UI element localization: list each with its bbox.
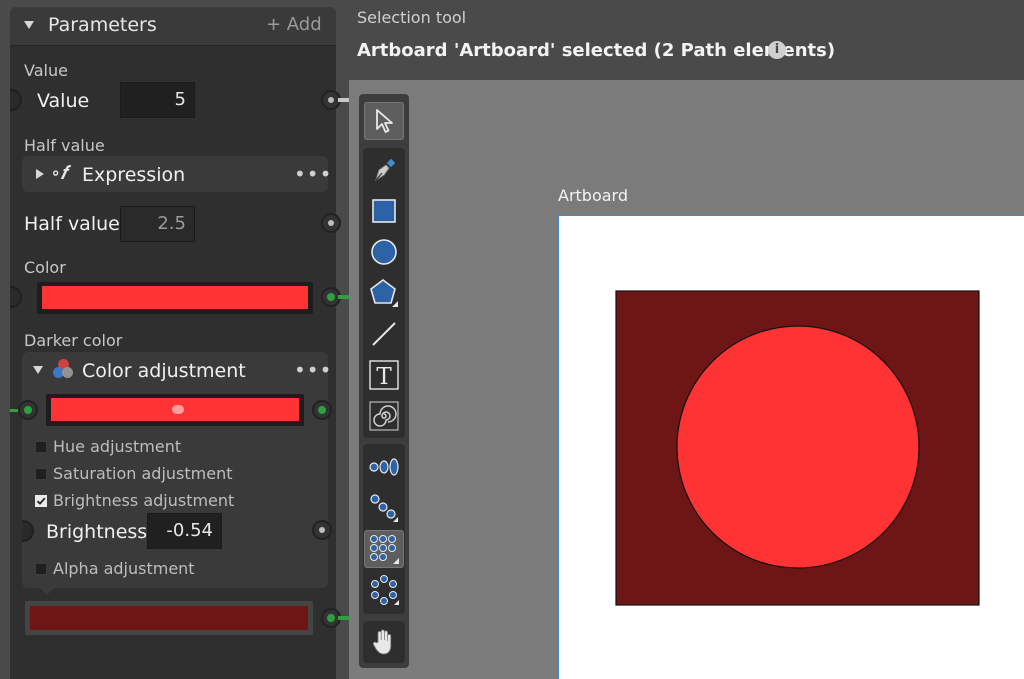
scatter-distribute-icon — [370, 494, 398, 522]
saturation-adjustment-checkbox[interactable] — [35, 468, 47, 480]
node-pointer — [40, 588, 54, 595]
value-number-input[interactable]: 5 — [120, 82, 195, 118]
half-value-output-port[interactable] — [321, 213, 341, 233]
hue-adjustment-checkbox[interactable] — [35, 441, 47, 453]
polygon-tool-button[interactable] — [364, 274, 404, 312]
expression-icon: ∘𝒇 — [51, 162, 67, 184]
ellipses-arrange-icon — [369, 458, 399, 476]
selection-tool-button[interactable] — [364, 102, 404, 140]
circle-group-icon — [371, 575, 399, 605]
adjustment-input-port[interactable] — [18, 400, 38, 420]
expand-chevron-icon[interactable] — [36, 169, 44, 179]
alpha-adjustment-checkbox[interactable] — [35, 563, 47, 575]
distribute-tool-button[interactable] — [364, 489, 404, 527]
svg-text:T: T — [376, 364, 392, 390]
expression-more-button[interactable]: ••• — [294, 162, 332, 186]
half-value-param-label: Half value — [24, 213, 120, 235]
spiral-tool-button[interactable] — [364, 397, 404, 435]
pentagon-icon — [370, 279, 398, 307]
hand-icon — [372, 629, 392, 655]
darker-color-swatch[interactable] — [30, 606, 308, 630]
red-circle[interactable] — [676, 325, 920, 569]
collapse-chevron-icon[interactable] — [24, 21, 34, 29]
spiral-icon — [369, 401, 399, 431]
pen-tool-button[interactable] — [364, 151, 404, 189]
add-parameter-button[interactable]: + Add — [266, 14, 322, 35]
cursor-arrow-icon — [376, 109, 393, 133]
text-tool-button[interactable]: T — [364, 356, 404, 394]
grid-circles-icon — [370, 535, 399, 564]
brightness-adjustment-label: Brightness adjustment — [53, 491, 235, 510]
pen-nib-icon — [375, 158, 396, 182]
half-value-section-label: Half value — [24, 136, 105, 155]
ellipse-tool-button[interactable] — [364, 233, 404, 271]
rectangle-tool-button[interactable] — [364, 192, 404, 230]
text-t-icon: T — [369, 360, 399, 390]
tools-toolbar: T — [359, 94, 409, 668]
adjustment-passthrough-port[interactable] — [312, 400, 332, 420]
panel-title: Parameters — [48, 14, 157, 36]
current-tool-label: Selection tool — [357, 8, 467, 27]
group-tool-button[interactable] — [364, 571, 404, 609]
hand-tool-button[interactable] — [364, 623, 404, 661]
grid-tool-button[interactable] — [364, 530, 404, 568]
brightness-output-port[interactable] — [312, 520, 332, 540]
value-param-label: Value — [37, 90, 90, 112]
color-adjustment-icon — [52, 359, 76, 381]
value-section-label: Value — [24, 61, 68, 80]
brightness-param-label: Brightness — [46, 521, 148, 543]
selection-status: Artboard 'Artboard' selected (2 Path ele… — [357, 40, 836, 61]
brightness-number-input[interactable]: -0.54 — [147, 513, 222, 549]
line-tool-button[interactable] — [364, 315, 404, 353]
alpha-adjustment-label: Alpha adjustment — [53, 559, 195, 578]
hue-adjustment-label: Hue adjustment — [53, 437, 182, 456]
line-icon — [372, 322, 396, 346]
info-icon[interactable]: i — [768, 41, 786, 59]
collapse-node-chevron-icon[interactable] — [33, 366, 43, 374]
expression-node-title: Expression — [82, 164, 186, 186]
color-adjustment-more-button[interactable]: ••• — [294, 358, 332, 382]
circle-icon — [371, 239, 397, 265]
brightness-adjustment-checkbox[interactable] — [35, 495, 47, 507]
rectangle-icon — [372, 199, 396, 223]
color-swatch[interactable] — [42, 286, 308, 309]
wire-cursor-indicator — [172, 405, 184, 414]
align-tool-button[interactable] — [364, 448, 404, 486]
artboard-artwork — [615, 290, 980, 606]
darker-color-section-label: Darker color — [24, 331, 123, 350]
check-icon — [36, 497, 46, 505]
color-section-label: Color — [24, 258, 66, 277]
saturation-adjustment-label: Saturation adjustment — [53, 464, 233, 483]
color-adjustment-node-title: Color adjustment — [82, 360, 246, 382]
half-value-number-input[interactable]: 2.5 — [120, 206, 195, 242]
artboard-label[interactable]: Artboard — [558, 186, 628, 205]
